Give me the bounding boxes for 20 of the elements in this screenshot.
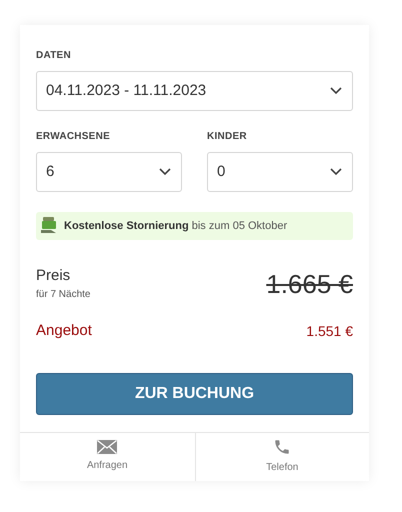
envelope-icon xyxy=(97,440,118,454)
chevron-down-icon xyxy=(159,168,171,176)
footer-action[interactable]: Telefon xyxy=(194,432,369,480)
chevron-down-icon xyxy=(330,87,342,95)
footer-action[interactable]: Anfragen xyxy=(20,432,194,480)
field-label: KINDER xyxy=(207,131,248,143)
cancellation-text: Kostenlose Stornierung bis zum 05 Oktober xyxy=(64,218,288,234)
offer-label: Angebot xyxy=(36,321,92,341)
offer-price: 1.551 € xyxy=(306,322,353,341)
field-label: ERWACHSENE xyxy=(36,131,111,143)
phone-icon xyxy=(273,438,292,456)
price-label: Preis xyxy=(36,267,72,285)
guest-select[interactable]: 6 xyxy=(36,152,182,192)
chevron-down-icon xyxy=(330,168,342,176)
date-select[interactable]: 04.11.2023 - 11.11.2023 xyxy=(36,71,353,111)
old-price: 1.665 € xyxy=(266,269,353,299)
nights-note: für 7 Nächte xyxy=(36,288,90,302)
guest-select[interactable]: 0 xyxy=(207,152,353,192)
booking-button[interactable]: ZUR BUCHUNG xyxy=(36,372,353,414)
field-label: DATEN xyxy=(36,50,72,62)
